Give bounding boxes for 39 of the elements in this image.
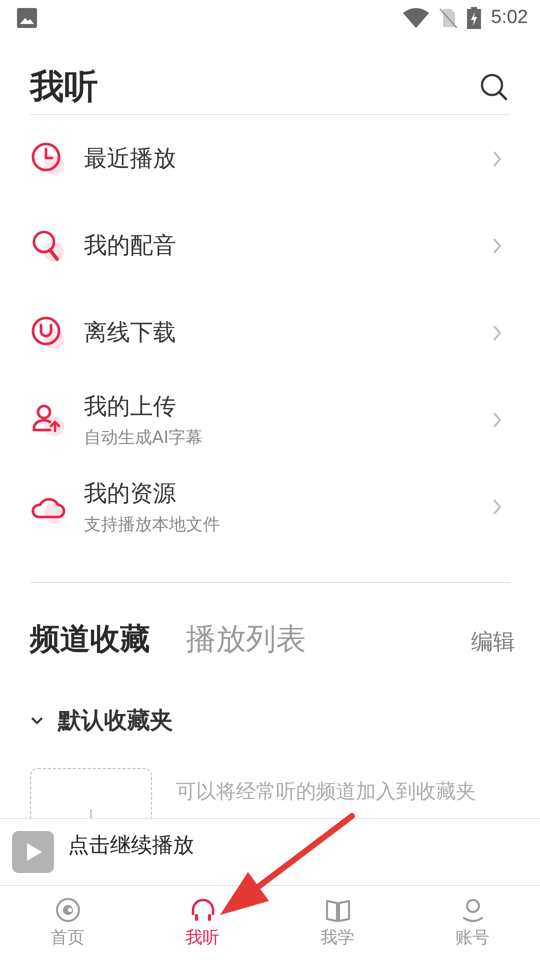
chevron-right-icon xyxy=(492,498,502,516)
menu-item-subtitle: 支持播放本地文件 xyxy=(84,514,221,536)
mini-player-text: 点击继续播放 xyxy=(68,832,194,859)
search-icon[interactable] xyxy=(480,73,508,101)
chevron-down-icon[interactable] xyxy=(30,716,44,726)
page-title: 我听 xyxy=(30,66,98,109)
chevron-right-icon xyxy=(492,150,502,168)
menu-item-title: 我的配音 xyxy=(84,232,177,261)
folder-name[interactable]: 默认收藏夹 xyxy=(58,705,173,736)
clock-icon xyxy=(30,140,66,176)
magnifier-icon xyxy=(30,228,66,264)
chevron-right-icon xyxy=(492,410,502,428)
menu-item[interactable]: 最近播放 xyxy=(30,115,510,202)
chevron-right-icon xyxy=(492,324,502,342)
menu-item-title: 离线下载 xyxy=(84,319,177,348)
menu-item-title: 我的上传 xyxy=(84,392,177,422)
status-time: 5:02 xyxy=(491,7,528,29)
disc-icon xyxy=(54,897,80,923)
edit-button[interactable]: 编辑 xyxy=(471,627,515,657)
menu-item-title: 我的资源 xyxy=(84,480,177,508)
menu-item[interactable]: 我的资源 支持播放本地文件 xyxy=(30,463,510,550)
menu-item[interactable]: 我的配音 xyxy=(30,202,510,289)
no-sim-icon xyxy=(439,8,458,28)
nav-tab[interactable]: 我听 xyxy=(135,886,270,960)
menu-item-subtitle: 自动生成AI字幕 xyxy=(84,426,204,448)
menu-item-title: 最近播放 xyxy=(84,145,177,174)
image-icon xyxy=(17,8,37,28)
ring-icon xyxy=(30,314,66,350)
wifi-icon xyxy=(403,8,430,28)
chevron-right-icon xyxy=(492,236,502,254)
mini-player[interactable]: 点击继续播放 xyxy=(0,818,540,886)
empty-hint: 可以将经常听的频道加入到收藏夹 xyxy=(176,778,476,805)
menu-item[interactable]: 我的上传 自动生成AI字幕 xyxy=(30,376,510,463)
book-icon xyxy=(324,897,350,923)
menu-item[interactable]: 离线下载 xyxy=(30,289,510,376)
user-upload-icon xyxy=(30,402,66,438)
section-tab[interactable]: 频道收藏 xyxy=(30,619,150,660)
headphones-icon xyxy=(190,897,216,923)
battery-charging-icon xyxy=(467,7,482,29)
